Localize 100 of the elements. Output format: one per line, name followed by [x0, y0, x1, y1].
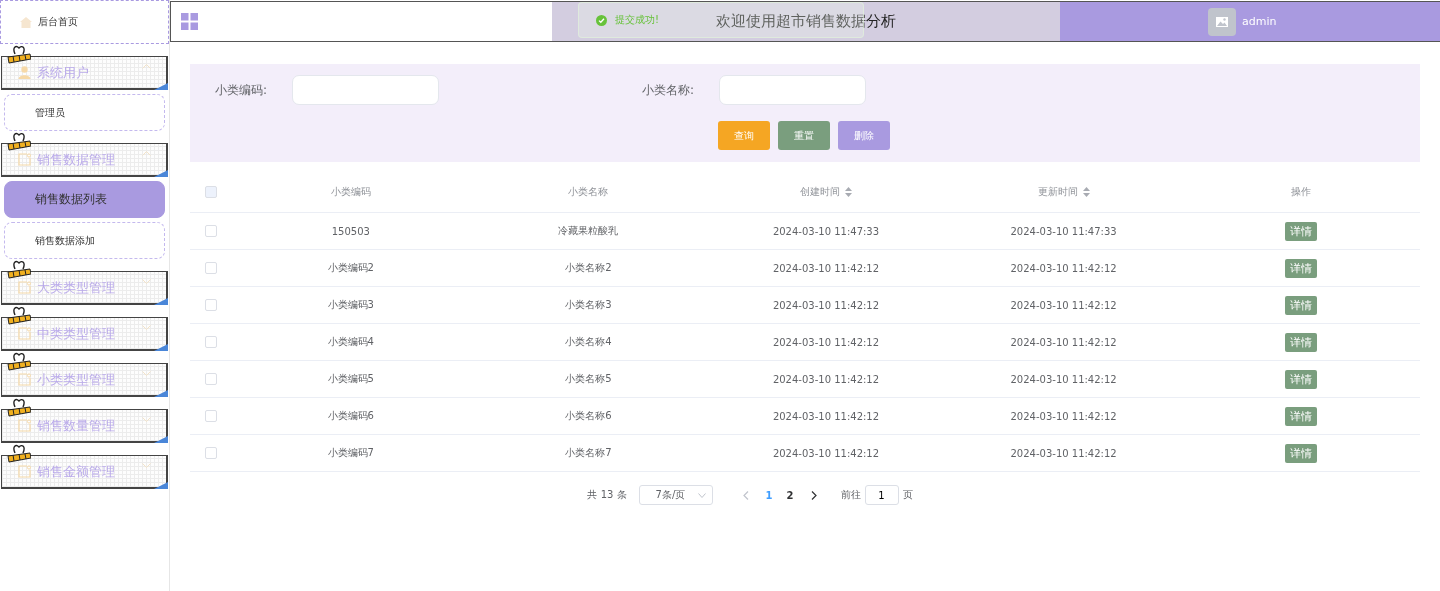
table-cell: 2024-03-10 11:42:12: [772, 336, 880, 348]
user-icon: [18, 66, 31, 79]
page-title: 欢迎使用超市销售数据分析: [716, 12, 896, 31]
folded-corner-icon: [154, 344, 168, 351]
menu-group-header[interactable]: 小类类型管理: [1, 363, 168, 397]
folded-corner-icon: [154, 436, 168, 443]
binder-clip-icon: [7, 306, 31, 325]
table-cell: 2024-03-10 11:47:33: [1010, 225, 1117, 237]
table-cell: 2024-03-10 11:42:12: [1010, 262, 1117, 274]
goto-label: 前往: [840, 488, 861, 502]
chevron-down-icon: [697, 492, 706, 498]
row-checkbox[interactable]: [205, 225, 217, 237]
success-icon: [596, 14, 607, 26]
submenu-item[interactable]: 管理员: [4, 94, 165, 131]
menu-group-header[interactable]: 大类类型管理: [1, 271, 168, 305]
field-label: 小类名称:: [642, 81, 696, 99]
detail-button[interactable]: 详情: [1285, 221, 1318, 241]
document-icon: [18, 465, 31, 478]
previous-page-icon[interactable]: [742, 490, 749, 500]
home-icon: [20, 16, 32, 28]
page-input[interactable]: 1: [864, 485, 899, 505]
document-icon: [18, 153, 31, 166]
table-cell: 150503: [331, 225, 370, 237]
menu-group-header[interactable]: 系统用户: [1, 56, 168, 90]
table-cell: 2024-03-10 11:42:12: [772, 447, 880, 459]
reset-button[interactable]: 重置: [778, 121, 830, 150]
submenu-item[interactable]: 销售数据列表: [4, 181, 165, 218]
folded-corner-icon: [154, 298, 168, 305]
delete-button[interactable]: 删除: [838, 121, 890, 150]
menu-group-header[interactable]: 销售金额管理: [1, 455, 168, 489]
table-cell: 小类编码7: [327, 446, 374, 460]
menu-group-header[interactable]: 销售数量管理: [1, 409, 168, 443]
row-checkbox[interactable]: [205, 373, 217, 385]
binder-clip-icon: [7, 132, 31, 151]
total-count: 共 13 条: [587, 488, 627, 502]
table-cell: 小类名称4: [565, 335, 612, 349]
chevron-down-icon: [142, 417, 151, 422]
chevron-up-icon: [142, 64, 151, 69]
table-cell: 2024-03-10 11:42:12: [1010, 447, 1117, 459]
column-header: 操作: [1291, 184, 1312, 199]
table-cell: 2024-03-10 11:42:12: [1010, 336, 1117, 348]
column-header: 创建时间: [800, 184, 840, 199]
page-size-select[interactable]: 7条/页: [638, 485, 713, 505]
table-cell: 小类名称2: [565, 261, 612, 275]
table-cell: 小类编码6: [327, 409, 374, 423]
binder-clip-icon: [7, 398, 31, 417]
chevron-down-icon: [142, 463, 151, 468]
folded-corner-icon: [154, 482, 168, 489]
grid-menu-icon[interactable]: [181, 13, 198, 30]
detail-button[interactable]: 详情: [1285, 295, 1318, 315]
binder-clip-icon: [7, 352, 31, 371]
table-cell: 小类编码5: [327, 372, 374, 386]
row-checkbox[interactable]: [205, 262, 217, 274]
select-all-checkbox[interactable]: [205, 185, 217, 198]
table-cell: 小类名称3: [565, 298, 612, 312]
row-checkbox[interactable]: [205, 447, 217, 459]
menu-group-header[interactable]: 中类类型管理: [1, 317, 168, 351]
detail-button[interactable]: 详情: [1285, 258, 1318, 278]
detail-button[interactable]: 详情: [1285, 332, 1318, 352]
detail-button[interactable]: 详情: [1285, 443, 1318, 463]
column-header: 小类名称: [568, 184, 609, 199]
folded-corner-icon: [154, 170, 168, 177]
column-header: 更新时间: [1037, 184, 1078, 199]
table-cell: 2024-03-10 11:42:12: [772, 299, 880, 311]
document-icon: [18, 327, 31, 340]
input-field[interactable]: [719, 75, 866, 105]
page-suffix: 页: [902, 488, 913, 502]
page-number[interactable]: 1: [765, 489, 773, 501]
next-page-icon[interactable]: [810, 490, 817, 500]
detail-button[interactable]: 详情: [1285, 369, 1318, 389]
table-cell: 2024-03-10 11:47:33: [772, 225, 880, 237]
menu-group-header[interactable]: 销售数据管理: [1, 143, 168, 177]
document-icon: [18, 281, 31, 294]
binder-clip-icon: [7, 45, 31, 64]
table-cell: 2024-03-10 11:42:12: [1010, 299, 1117, 311]
table-cell: 小类名称6: [565, 409, 612, 423]
query-button[interactable]: 查询: [718, 121, 770, 150]
chevron-down-icon: [142, 325, 151, 330]
row-checkbox[interactable]: [205, 410, 217, 422]
avatar-icon[interactable]: [1208, 7, 1236, 36]
chevron-down-icon: [142, 371, 151, 376]
input-field[interactable]: [292, 75, 439, 105]
table-cell: 小类名称5: [565, 372, 612, 386]
folded-corner-icon: [154, 83, 168, 90]
table-cell: 小类编码3: [327, 298, 374, 312]
table-cell: 2024-03-10 11:42:12: [1010, 410, 1117, 422]
row-checkbox[interactable]: [205, 299, 217, 311]
table-cell: 小类名称7: [565, 446, 612, 460]
submenu-item[interactable]: 销售数据添加: [4, 222, 165, 259]
row-checkbox[interactable]: [205, 336, 217, 348]
sort-icon[interactable]: [1082, 186, 1090, 197]
document-icon: [18, 373, 31, 386]
sort-icon[interactable]: [845, 186, 852, 197]
page-number[interactable]: 2: [786, 489, 794, 501]
table-cell: 2024-03-10 11:42:12: [772, 373, 880, 385]
table-cell: 小类编码2: [327, 261, 374, 275]
home-menu-item[interactable]: 后台首页: [0, 0, 169, 44]
detail-button[interactable]: 详情: [1285, 406, 1318, 426]
document-icon: [18, 419, 31, 432]
table-cell: 小类编码4: [327, 335, 374, 349]
